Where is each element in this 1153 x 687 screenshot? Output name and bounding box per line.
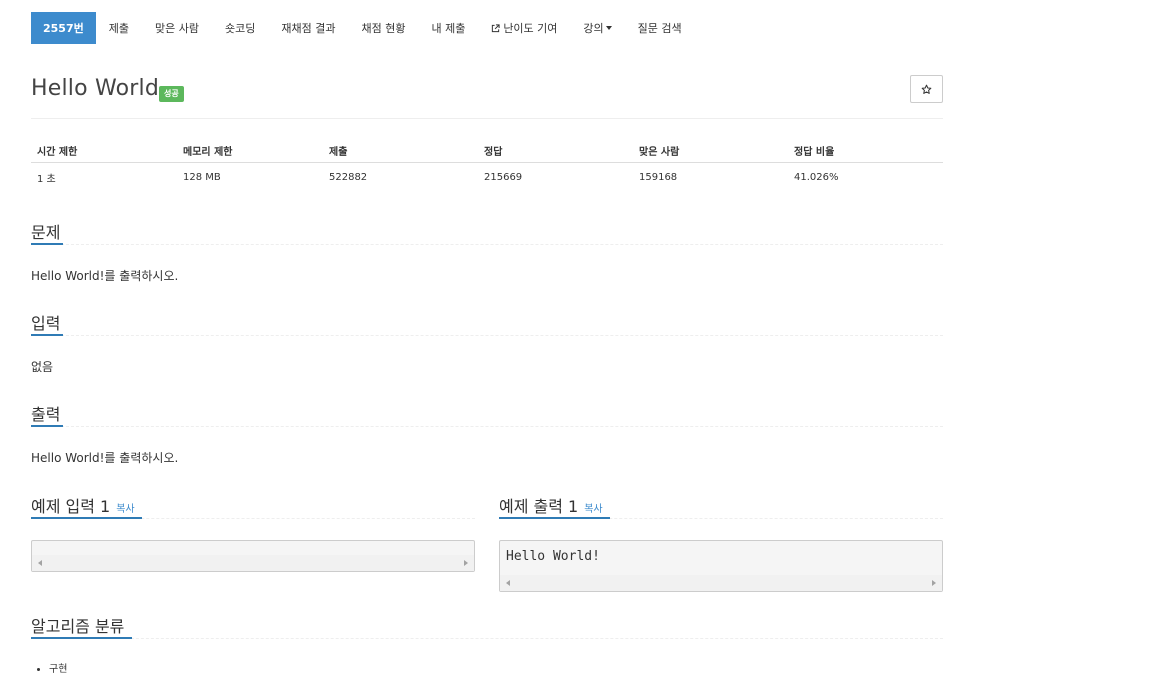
section-title: 입력 xyxy=(31,314,61,333)
favorite-button[interactable] xyxy=(910,75,943,103)
header-accepted: 정답 xyxy=(478,138,633,163)
cell-solved-users: 159168 xyxy=(639,171,678,183)
table-row: 1 초 128 MB 522882 215669 159168 41.026% xyxy=(31,163,943,192)
heading-underline xyxy=(31,334,63,336)
sample-output-content: Hello World! xyxy=(506,549,600,564)
section-title: 예제 입력 1 복사 xyxy=(31,497,135,516)
section-input: 입력 없음 xyxy=(31,307,943,375)
horizontal-scrollbar[interactable] xyxy=(500,575,942,591)
heading-underline xyxy=(31,243,63,245)
nav-rejudge-results[interactable]: 재채점 결과 xyxy=(268,12,348,44)
cell-accepted: 215669 xyxy=(484,171,523,183)
horizontal-scrollbar[interactable] xyxy=(32,555,474,571)
nav-submit[interactable]: 제출 xyxy=(96,12,142,44)
nav-my-submissions[interactable]: 내 제출 xyxy=(418,12,478,44)
problem-info-table: 시간 제한 메모리 제한 제출 정답 맞은 사람 정답 비율 1 초 128 M… xyxy=(31,138,943,191)
problem-description: Hello World!를 출력하시오. xyxy=(31,269,179,283)
status-badge: 성공 xyxy=(159,86,184,102)
nav-judge-status[interactable]: 채점 현황 xyxy=(348,12,418,44)
header-time-limit: 시간 제한 xyxy=(31,138,177,163)
section-heading: 알고리즘 분류 xyxy=(31,610,943,639)
section-heading: 예제 출력 1 복사 xyxy=(499,490,943,519)
page-title: Hello World xyxy=(31,76,160,101)
problem-nav: 2557번 제출 맞은 사람 숏코딩 재채점 결과 채점 현황 내 제출 난이도… xyxy=(31,12,695,44)
copy-sample-input-link[interactable]: 복사 xyxy=(116,504,134,515)
scroll-left-icon[interactable] xyxy=(38,560,42,566)
header-accept-ratio: 정답 비율 xyxy=(788,138,943,163)
nav-short-coding[interactable]: 숏코딩 xyxy=(212,12,268,44)
section-title: 예제 출력 1 복사 xyxy=(499,497,603,516)
section-heading: 문제 xyxy=(31,216,943,245)
scroll-left-icon[interactable] xyxy=(506,580,510,586)
heading-underline xyxy=(31,637,132,639)
caret-down-icon xyxy=(605,26,612,30)
section-heading: 입력 xyxy=(31,307,943,336)
scroll-right-icon[interactable] xyxy=(932,580,936,586)
problem-header: Hello World 성공 xyxy=(31,72,943,119)
heading-underline xyxy=(31,425,63,427)
header-solved-users: 맞은 사람 xyxy=(633,138,788,163)
header-submissions: 제출 xyxy=(323,138,478,163)
heading-underline xyxy=(31,517,142,519)
heading-underline xyxy=(499,517,610,519)
nav-lectures-dropdown[interactable]: 강의 xyxy=(570,12,624,44)
nav-question-search[interactable]: 질문 검색 xyxy=(625,12,695,44)
star-outline-icon xyxy=(921,84,932,94)
algorithm-tag[interactable]: 구현 xyxy=(49,660,67,675)
sample-input-box[interactable] xyxy=(31,540,475,572)
algorithm-tags: 구현 xyxy=(49,660,67,675)
table-header-row: 시간 제한 메모리 제한 제출 정답 맞은 사람 정답 비율 xyxy=(31,138,943,163)
sample-input-section: 예제 입력 1 복사 xyxy=(31,490,475,572)
output-description: Hello World!를 출력하시오. xyxy=(31,451,179,465)
scroll-right-icon[interactable] xyxy=(464,560,468,566)
copy-sample-output-link[interactable]: 복사 xyxy=(584,504,602,515)
section-heading: 예제 입력 1 복사 xyxy=(31,490,475,519)
cell-submissions: 522882 xyxy=(329,171,368,183)
section-output: 출력 Hello World!를 출력하시오. xyxy=(31,398,943,466)
sample-output-section: 예제 출력 1 복사 Hello World! xyxy=(499,490,943,592)
section-title: 알고리즘 분류 xyxy=(31,617,125,636)
nav-solved-users[interactable]: 맞은 사람 xyxy=(142,12,212,44)
sample-output-box[interactable]: Hello World! xyxy=(499,540,943,592)
section-heading: 출력 xyxy=(31,398,943,427)
external-link-icon xyxy=(492,23,500,32)
cell-accept-ratio: 41.026% xyxy=(794,171,839,183)
section-title: 문제 xyxy=(31,223,61,242)
section-problem: 문제 Hello World!를 출력하시오. xyxy=(31,216,943,284)
nav-problem-number[interactable]: 2557번 xyxy=(31,12,96,44)
nav-difficulty-contribution[interactable]: 난이도 기여 xyxy=(478,12,570,44)
cell-time-limit: 1 초 xyxy=(37,173,56,185)
section-title: 출력 xyxy=(31,405,61,424)
section-algorithm: 알고리즘 분류 xyxy=(31,610,943,639)
input-description: 없음 xyxy=(31,360,54,374)
cell-memory-limit: 128 MB xyxy=(183,171,221,183)
header-memory-limit: 메모리 제한 xyxy=(177,138,323,163)
